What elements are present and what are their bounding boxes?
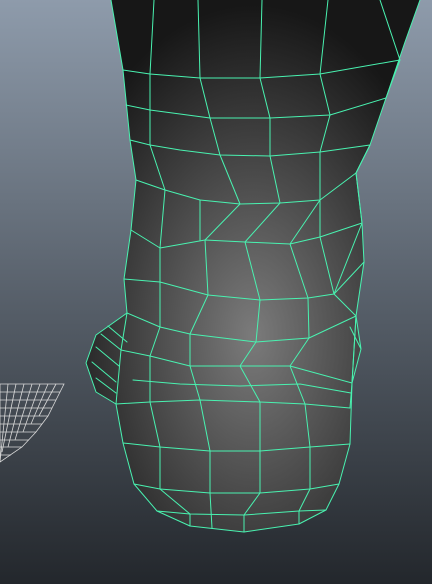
maya-viewport[interactable] xyxy=(0,0,432,584)
viewport-canvas[interactable] xyxy=(0,0,432,584)
